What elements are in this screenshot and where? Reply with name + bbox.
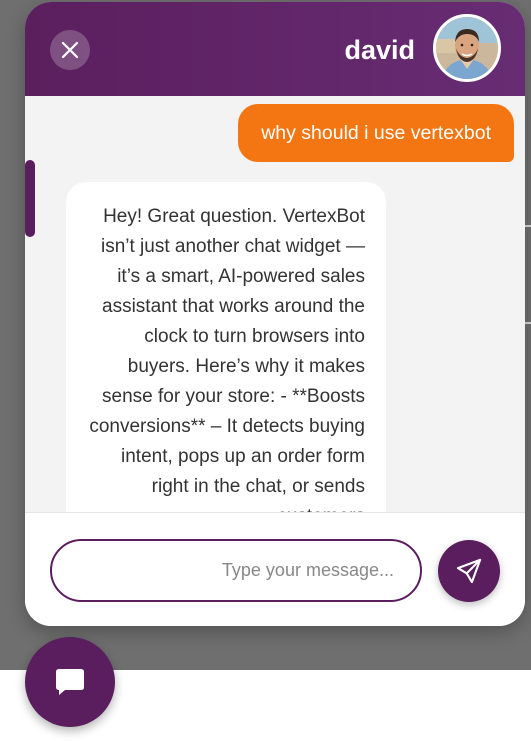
chat-launcher-button[interactable] xyxy=(25,637,115,727)
bot-message-text: Hey! Great question. VertexBot isn’t jus… xyxy=(89,206,365,512)
message-input[interactable] xyxy=(50,539,422,602)
agent-name: david xyxy=(344,35,415,65)
background-mark xyxy=(525,322,531,324)
message-list[interactable]: why should i use vertexbot Hey! Great qu… xyxy=(25,96,525,512)
close-icon xyxy=(61,41,79,59)
message-composer xyxy=(25,512,525,626)
chat-header: david xyxy=(25,2,525,96)
chat-icon xyxy=(56,669,84,695)
close-button[interactable] xyxy=(50,30,90,70)
bot-message-bubble: Hey! Great question. VertexBot isn’t jus… xyxy=(66,182,386,512)
chat-window: david why should i use vertexbot Hey! Gr… xyxy=(25,2,525,626)
background-mark xyxy=(525,225,531,227)
send-button[interactable] xyxy=(438,540,500,602)
send-icon xyxy=(456,558,482,584)
user-message-bubble: why should i use vertexbot xyxy=(238,104,514,162)
avatar xyxy=(433,14,501,82)
scrollbar-thumb[interactable] xyxy=(25,160,35,237)
avatar-image xyxy=(436,17,498,79)
